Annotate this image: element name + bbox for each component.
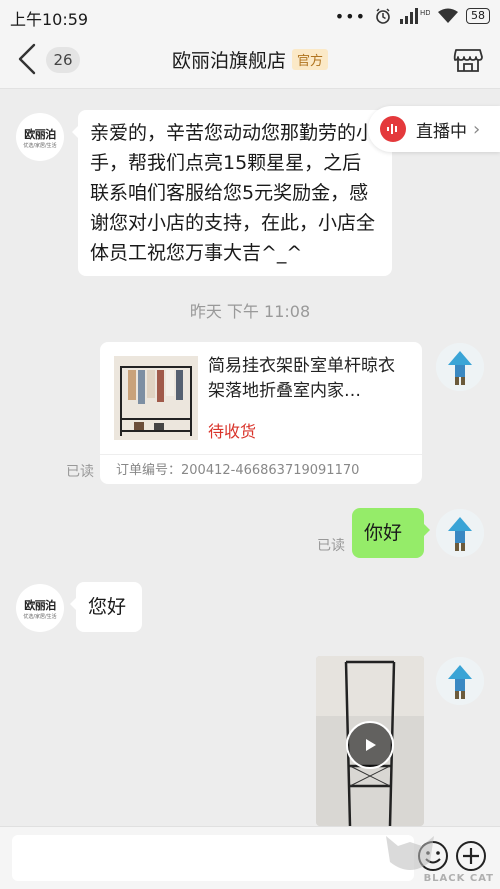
battery-indicator: 58 <box>466 8 490 24</box>
shop-title: 欧丽泊旗舰店 官方 <box>0 46 500 73</box>
play-button[interactable] <box>346 721 394 769</box>
svg-text:HD: HD <box>420 9 430 17</box>
message-bubble-shop-hello[interactable]: 您好 <box>70 582 142 632</box>
order-status: 待收货 <box>208 422 257 441</box>
message-bubble-welcome[interactable]: 亲爱的，辛苦您动动您那勤劳的小手，帮我们点亮15颗星星，之后联系咱们客服给您5元… <box>72 110 392 276</box>
shop-logo-text: 欧丽泊 <box>24 598 56 612</box>
status-time: 上午10:59 <box>10 10 89 29</box>
status-bar: 上午10:59 ••• HD 58 <box>0 0 500 32</box>
read-receipt-hello: 已读 <box>317 538 345 554</box>
live-stream-badge[interactable]: 直播中 › <box>368 106 500 152</box>
user-avatar[interactable] <box>436 657 484 705</box>
video-message[interactable] <box>316 656 424 826</box>
message-timestamp: 昨天 下午 11:08 <box>189 302 311 321</box>
shop-hello-text: 您好 <box>88 596 127 618</box>
watermark: BLACK CAT <box>372 830 500 888</box>
chat-header: 26 欧丽泊旗舰店 官方 <box>0 32 500 89</box>
product-title[interactable]: 简易挂衣架卧室单杆晾衣架落地折叠室内家… <box>208 354 404 404</box>
shop-avatar[interactable]: 欧丽泊 优选/家居/生活 <box>16 584 64 632</box>
card-divider <box>100 454 422 455</box>
message-input[interactable] <box>12 835 414 881</box>
shop-logo-sub: 优选/家居/生活 <box>23 142 57 149</box>
shop-avatar[interactable]: 欧丽泊 优选/家居/生活 <box>16 113 64 161</box>
order-number: 订单编号：200412-466863719091170 <box>116 463 360 478</box>
chevron-right-icon: › <box>473 118 481 140</box>
read-receipt-order: 已读 <box>66 464 94 480</box>
more-dots-icon: ••• <box>334 6 366 26</box>
welcome-text: 亲爱的，辛苦您动动您那勤劳的小手，帮我们点亮15颗星星，之后联系咱们客服给您5元… <box>90 122 376 264</box>
wifi-icon <box>438 8 458 23</box>
signal-icon: HD <box>400 8 430 24</box>
user-hello-text: 你好 <box>364 522 403 544</box>
alarm-icon <box>376 8 390 24</box>
status-icons: ••• HD 58 <box>335 6 490 26</box>
store-icon[interactable] <box>452 44 484 76</box>
user-avatar[interactable] <box>436 343 484 391</box>
official-badge: 官方 <box>292 49 329 70</box>
shop-name: 欧丽泊旗舰店 <box>171 50 286 72</box>
product-thumbnail[interactable] <box>114 356 198 440</box>
live-label: 直播中 <box>416 121 467 142</box>
live-icon <box>380 116 406 142</box>
shop-logo-text: 欧丽泊 <box>24 127 56 141</box>
user-avatar[interactable] <box>436 509 484 557</box>
message-bubble-user-hello[interactable]: 你好 <box>352 508 430 558</box>
order-card[interactable]: 简易挂衣架卧室单杆晾衣架落地折叠室内家… 待收货 订单编号：200412-466… <box>100 342 422 484</box>
watermark-text: BLACK CAT <box>423 873 494 884</box>
shop-logo-sub: 优选/家居/生活 <box>23 613 57 620</box>
